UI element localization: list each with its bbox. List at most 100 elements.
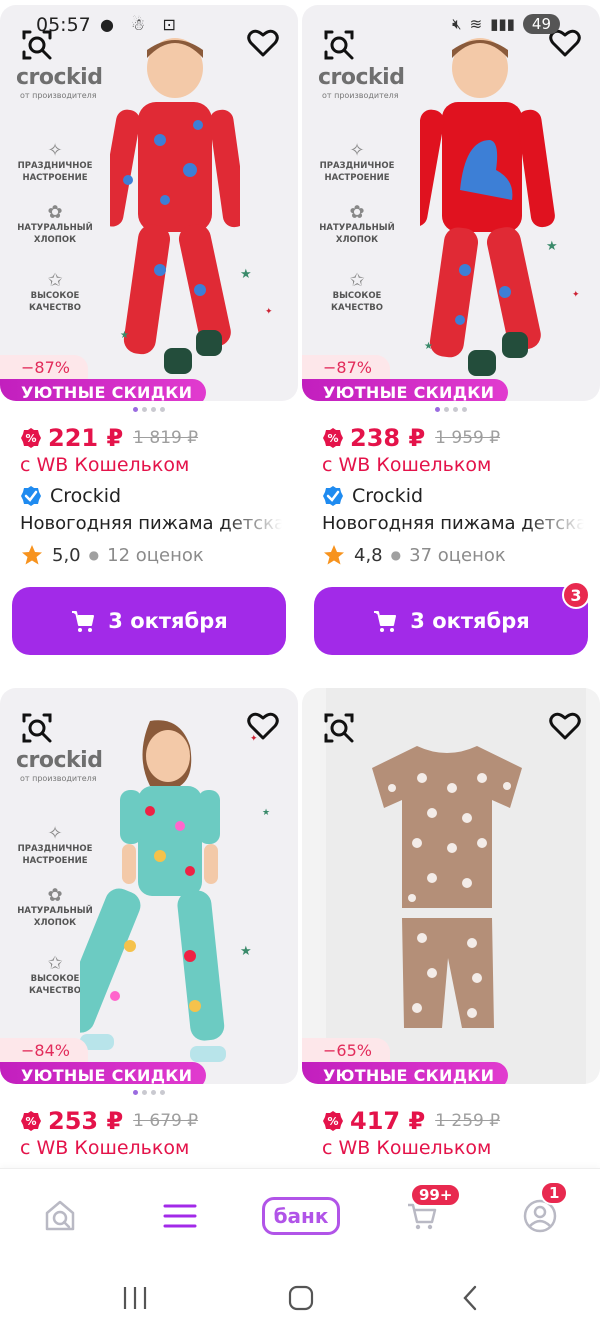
price: 238 ₽ bbox=[350, 424, 426, 452]
product-photo[interactable]: −65% УЮТНЫЕ СКИДКИ bbox=[302, 688, 600, 1084]
discount-icon: % bbox=[323, 1111, 343, 1131]
star-decoration: ★ bbox=[262, 808, 271, 818]
photo-pager bbox=[0, 407, 298, 412]
price: 417 ₽ bbox=[350, 1107, 426, 1135]
nav-profile[interactable]: 1 bbox=[510, 1181, 570, 1241]
system-navigation-bar bbox=[0, 1264, 600, 1332]
rating: 5,0 ● 12 оценок bbox=[20, 543, 204, 567]
profile-notification-badge: 1 bbox=[540, 1181, 569, 1205]
nav-home[interactable] bbox=[30, 1191, 90, 1241]
recent-apps-icon[interactable] bbox=[120, 1284, 150, 1312]
discount-badge: −87% bbox=[0, 355, 88, 380]
old-price: 1 259 ₽ bbox=[435, 1111, 501, 1131]
product-photo[interactable]: crockid от производителя ✧ ПРАЗДНИЧНОЕ НА… bbox=[0, 5, 298, 401]
feature-quality: ✩ ВЫСОКОЕ КАЧЕСТВО bbox=[310, 270, 404, 314]
reviews-count: 12 оценок bbox=[107, 544, 204, 566]
similar-search-icon[interactable] bbox=[20, 28, 54, 62]
heart-icon[interactable] bbox=[548, 709, 582, 743]
product-title[interactable]: Новогодняя пижама детская bbox=[322, 513, 584, 534]
home-button-icon[interactable] bbox=[287, 1284, 315, 1312]
nav-catalog[interactable] bbox=[150, 1191, 210, 1241]
price-row: % 417 ₽ 1 259 ₽ bbox=[322, 1107, 500, 1135]
home-search-icon bbox=[45, 1200, 75, 1231]
feature-festive: ✧ ПРАЗДНИЧНОЕ НАСТРОЕНИЕ bbox=[8, 140, 102, 184]
price-row: % 253 ₽ 1 679 ₽ bbox=[20, 1107, 198, 1135]
similar-search-icon[interactable] bbox=[322, 711, 356, 745]
promo-badge: УЮТНЫЕ СКИДКИ bbox=[0, 1062, 207, 1084]
feature-festive: ✧ ПРАЗДНИЧНОЕ НАСТРОЕНИЕ bbox=[310, 142, 404, 184]
wallet-note: с WB Кошельком bbox=[322, 1137, 492, 1159]
add-to-cart-button[interactable]: 3 октября bbox=[12, 587, 286, 655]
verified-check-icon bbox=[323, 486, 343, 506]
product-title[interactable]: Новогодняя пижама детская bbox=[20, 513, 282, 534]
nav-bank[interactable]: банк bbox=[262, 1191, 340, 1241]
heart-icon[interactable] bbox=[246, 26, 280, 60]
quality-icon: ✩ bbox=[47, 270, 63, 291]
price-row: % 221 ₽ 1 819 ₽ bbox=[20, 424, 198, 452]
svg-text:%: % bbox=[25, 432, 36, 445]
back-icon[interactable] bbox=[458, 1284, 484, 1312]
tan-pajama-set-image bbox=[372, 746, 522, 1028]
brand-logo-subtitle: от производителя bbox=[322, 91, 399, 100]
product-photo[interactable]: crockid от производителя ✧ ПРАЗДНИЧНОЕ НА… bbox=[0, 688, 298, 1084]
add-to-cart-button[interactable]: 3 октября 3 bbox=[314, 581, 590, 655]
cart-count-badge: 99+ bbox=[410, 1183, 462, 1207]
seller[interactable]: Crockid bbox=[20, 485, 121, 507]
wallet-note: с WB Кошельком bbox=[322, 454, 492, 476]
discount-icon: % bbox=[323, 428, 343, 448]
confetti-icon: ✧ bbox=[47, 140, 63, 161]
cart-icon bbox=[374, 611, 397, 632]
heart-icon[interactable] bbox=[246, 709, 280, 743]
reviews-count: 37 оценок bbox=[409, 544, 506, 566]
cart-icon bbox=[72, 611, 95, 632]
brand-logo: crockid bbox=[318, 65, 405, 90]
discount-badge: −65% bbox=[302, 1038, 390, 1063]
promo-badge: УЮТНЫЕ СКИДКИ bbox=[302, 379, 509, 401]
rating-value: 5,0 bbox=[52, 544, 81, 566]
seller-name: Crockid bbox=[352, 485, 424, 507]
star-decoration: ✦ bbox=[265, 307, 273, 317]
rating: 4,8 ● 37 оценок bbox=[322, 543, 506, 567]
star-decoration: ★ bbox=[240, 944, 252, 959]
bank-label: банк bbox=[262, 1197, 340, 1235]
feature-cotton: ✿ НАТУРАЛЬНЫЙ ХЛОПОК bbox=[310, 202, 404, 246]
photo-pager bbox=[302, 407, 600, 412]
heart-icon[interactable] bbox=[548, 26, 582, 60]
menu-icon bbox=[163, 1204, 197, 1228]
brand-logo: crockid bbox=[16, 65, 103, 90]
svg-text:%: % bbox=[327, 432, 338, 445]
discount-icon: % bbox=[21, 1111, 41, 1131]
girl-mint-pajama-image bbox=[80, 720, 226, 1062]
brand-logo-subtitle: от производителя bbox=[20, 91, 97, 100]
bottom-nav: банк 99+ 1 bbox=[0, 1168, 600, 1264]
promo-badge: УЮТНЫЕ СКИДКИ bbox=[0, 379, 207, 401]
seller[interactable]: Crockid bbox=[322, 485, 423, 507]
old-price: 1 679 ₽ bbox=[133, 1111, 199, 1131]
promo-badge: УЮТНЫЕ СКИДКИ bbox=[302, 1062, 509, 1084]
feature-quality: ✩ ВЫСОКОЕ КАЧЕСТВО bbox=[8, 270, 102, 314]
verified-check-icon bbox=[21, 486, 41, 506]
feature-cotton: ✿ НАТУРАЛЬНЫЙ ХЛОПОК bbox=[8, 202, 102, 246]
star-decoration: ★ bbox=[240, 267, 252, 282]
photo-pager bbox=[0, 1090, 298, 1095]
in-cart-count-badge: 3 bbox=[562, 581, 590, 609]
cotton-icon: ✿ bbox=[349, 202, 365, 223]
delivery-date: 3 октября bbox=[410, 609, 530, 633]
star-decoration: ✦ bbox=[572, 290, 580, 300]
svg-text:%: % bbox=[25, 1115, 36, 1128]
svg-text:%: % bbox=[327, 1115, 338, 1128]
similar-search-icon[interactable] bbox=[322, 28, 356, 62]
delivery-date: 3 октября bbox=[108, 609, 228, 633]
old-price: 1 959 ₽ bbox=[435, 428, 501, 448]
kid-red-top-image bbox=[420, 38, 555, 376]
discount-badge: −87% bbox=[302, 355, 390, 380]
star-icon bbox=[324, 545, 344, 565]
wallet-note: с WB Кошельком bbox=[20, 454, 190, 476]
kid-red-pajama-image bbox=[110, 38, 240, 374]
cotton-icon: ✿ bbox=[47, 202, 63, 223]
product-photo[interactable]: crockid от производителя ✧ ПРАЗДНИЧНОЕ НА… bbox=[302, 5, 600, 401]
star-decoration: ★ bbox=[424, 341, 433, 352]
nav-cart[interactable]: 99+ bbox=[392, 1183, 462, 1241]
similar-search-icon[interactable] bbox=[20, 711, 54, 745]
quality-icon: ✩ bbox=[349, 270, 365, 291]
